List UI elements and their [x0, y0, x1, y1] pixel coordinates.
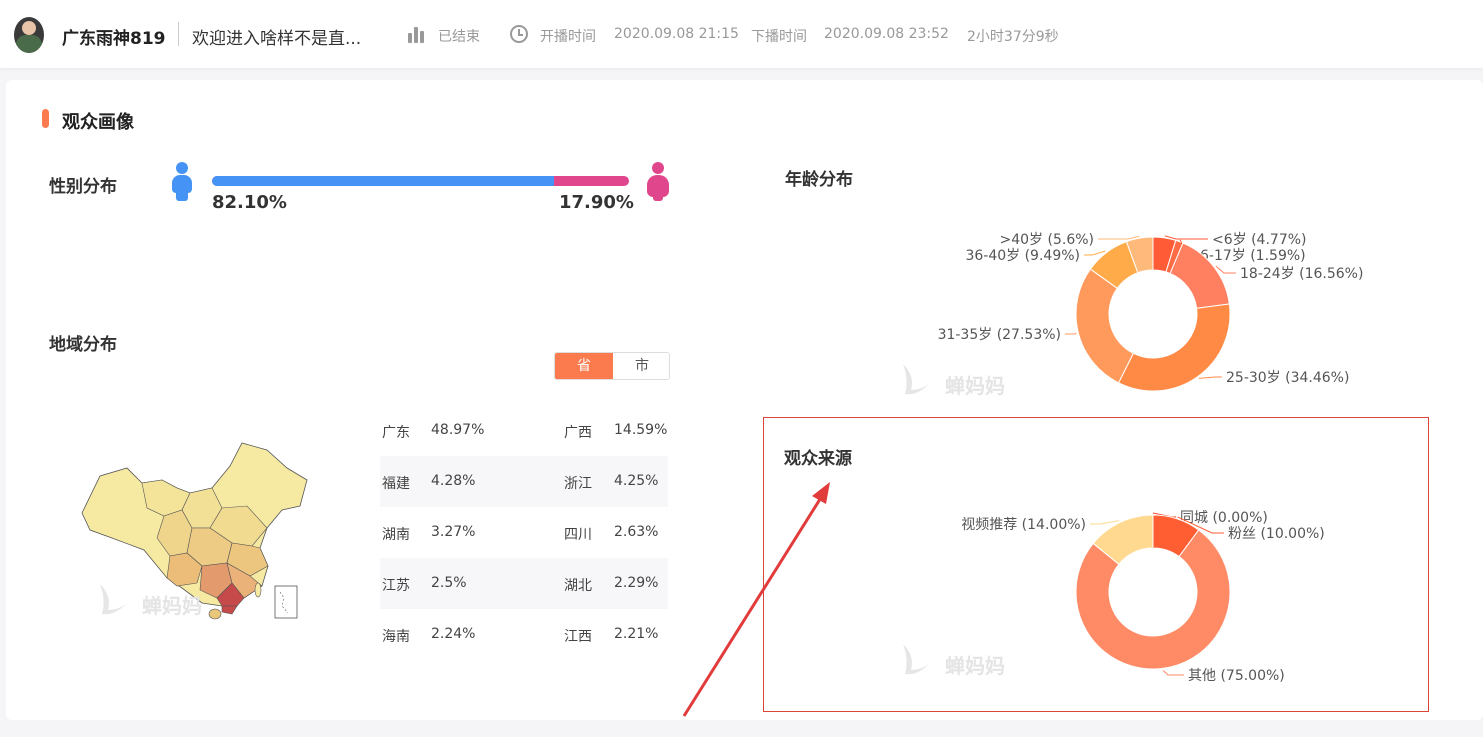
header-divider — [178, 22, 179, 46]
anchor-name[interactable]: 广东雨神819 — [62, 24, 166, 49]
region-percent: 3.27% — [431, 524, 476, 540]
region-percent: 4.28% — [431, 473, 476, 489]
gender-ratio-male-fill — [212, 176, 555, 186]
region-title: 地域分布 — [49, 335, 117, 355]
watermark-text: 蝉妈妈 — [945, 374, 1005, 398]
live-status: 已结束 — [438, 29, 480, 45]
region-percent: 2.24% — [431, 626, 476, 642]
male-icon — [170, 162, 194, 202]
female-percentage: 17.90% — [559, 192, 634, 213]
region-name: 广西 — [564, 425, 592, 441]
region-name: 福建 — [382, 476, 410, 492]
clock-icon — [510, 25, 528, 43]
region-row: 海南 2.24% 江西 2.21% — [380, 609, 668, 660]
region-ranking-table: 广东 48.97% 广西 14.59% 福建 4.28% 浙江 4.25% 湖南 3.27% 四川 2… — [380, 405, 668, 660]
chanmama-logo-icon — [100, 584, 126, 615]
region-name: 湖南 — [382, 527, 410, 543]
live-duration: 2小时37分9秒 — [967, 29, 1059, 45]
age-title: 年龄分布 — [785, 170, 853, 190]
region-name: 海南 — [382, 629, 410, 645]
region-percent: 14.59% — [614, 422, 668, 438]
female-icon — [646, 162, 670, 202]
province-tab[interactable]: 省 — [555, 353, 613, 379]
room-title: 欢迎进入啥样不是直... — [192, 29, 362, 49]
region-row: 江苏 2.5% 湖北 2.29% — [380, 558, 668, 609]
watermark-text: 蝉妈妈 — [142, 594, 202, 618]
region-percent: 4.25% — [614, 473, 659, 489]
region-percent: 2.21% — [614, 626, 659, 642]
gender-title: 性别分布 — [49, 177, 117, 197]
gender-ratio-bar — [212, 176, 629, 186]
region-name: 浙江 — [564, 476, 592, 492]
anchor-avatar[interactable] — [14, 17, 44, 53]
region-percent: 2.29% — [614, 575, 659, 591]
region-name: 湖北 — [564, 578, 592, 594]
region-row: 广东 48.97% 广西 14.59% — [380, 405, 668, 456]
live-room-header: 广东雨神819 欢迎进入啥样不是直... 已结束 开播时间 2020.09.08… — [0, 0, 1483, 68]
region-level-toggle: 省 市 — [554, 352, 670, 380]
male-percentage: 82.10% — [212, 192, 287, 213]
region-row: 湖南 3.27% 四川 2.63% — [380, 507, 668, 558]
region-percent: 2.63% — [614, 524, 659, 540]
region-name: 江西 — [564, 629, 592, 645]
section-marker — [42, 109, 49, 128]
chanmama-logo-icon — [903, 364, 929, 395]
start-time-label: 开播时间 — [540, 29, 596, 45]
region-name: 四川 — [564, 527, 592, 543]
region-name: 广东 — [382, 425, 410, 441]
section-title: 观众画像 — [62, 112, 134, 133]
end-time: 2020.09.08 23:52 — [824, 26, 949, 42]
start-time: 2020.09.08 21:15 — [614, 26, 739, 42]
bar-chart-icon — [408, 25, 426, 43]
city-tab[interactable]: 市 — [613, 353, 669, 379]
region-percent: 2.5% — [431, 575, 467, 591]
source-title: 观众来源 — [784, 449, 852, 469]
region-percent: 48.97% — [431, 422, 485, 438]
region-row: 福建 4.28% 浙江 4.25% — [380, 456, 668, 507]
end-time-label: 下播时间 — [751, 29, 807, 45]
region-name: 江苏 — [382, 578, 410, 594]
